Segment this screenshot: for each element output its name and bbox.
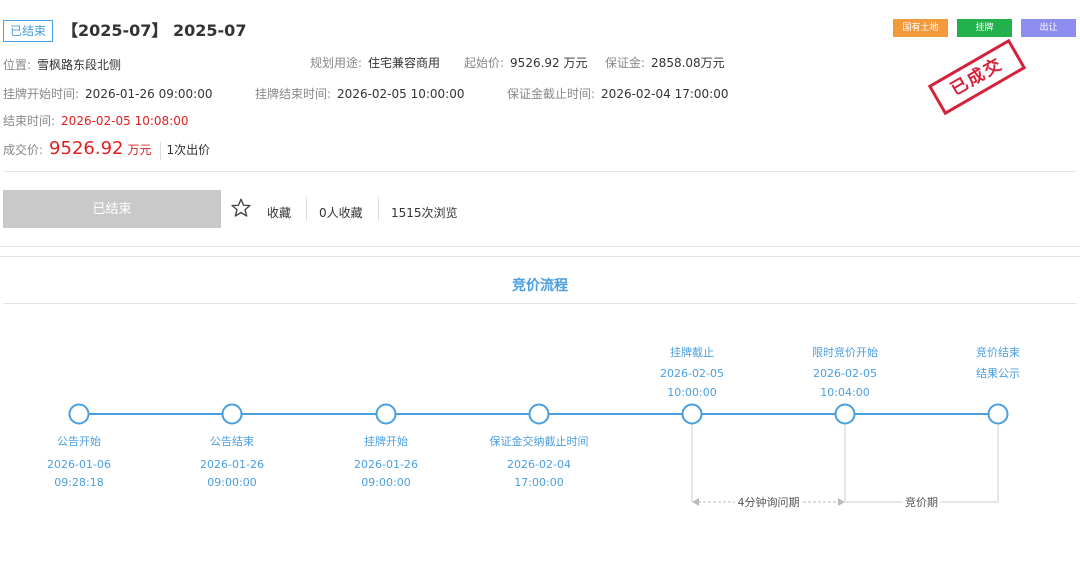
- star-icon[interactable]: [230, 197, 252, 219]
- favorite-link[interactable]: 收藏: [267, 204, 291, 221]
- view-count: 1515次浏览: [391, 206, 458, 220]
- divider: [0, 256, 1080, 257]
- deal-price-unit: 万元: [127, 143, 152, 157]
- arrow-right-icon: [838, 498, 845, 506]
- end-time-field: 结束时间: 2026-02-05 10:08:00: [3, 112, 189, 129]
- land-type-badge: 国有土地: [893, 19, 948, 37]
- deposit-field: 保证金: 2858.08万元: [605, 54, 725, 71]
- transfer-type-badge: 出让: [1021, 19, 1076, 37]
- step-label: 公告结束: [210, 435, 254, 448]
- deal-price-field: 成交价: 9526.92 万元 1次出价: [3, 138, 210, 160]
- step-time: 09:00:00: [207, 476, 256, 489]
- deposit-deadline-field: 保证金截止时间: 2026-02-04 17:00:00: [507, 85, 729, 102]
- timeline-node: [681, 403, 703, 425]
- deal-completed-stamp: 已成交: [927, 38, 1027, 116]
- bid-count: 1次出价: [166, 143, 211, 157]
- process-title: 竞价流程: [512, 278, 568, 294]
- step-label: 限时竞价开始: [812, 345, 878, 359]
- step-time: 09:28:18: [54, 476, 103, 489]
- step-label: 公告开始: [57, 434, 101, 448]
- step-label: 挂牌截止: [670, 345, 714, 359]
- listing-start-label: 挂牌开始时间:: [3, 87, 80, 101]
- location-value: 雪枫路东段北侧: [37, 58, 122, 72]
- deposit-deadline-value: 2026-02-04 17:00:00: [601, 87, 729, 101]
- listing-end-value: 2026-02-05 10:00:00: [337, 87, 465, 101]
- arrow-left-icon: [692, 498, 699, 506]
- timeline-node: [221, 403, 243, 425]
- start-price-value: 9526.92 万元: [510, 56, 588, 70]
- bidding-process-timeline: 公告开始 2026-01-06 09:28:18 公告结束 2026-01-26 09:0…: [47, 345, 1020, 512]
- step-label: 保证金交纳截止时间: [490, 434, 589, 448]
- timeline-node: [68, 403, 90, 425]
- location-field: 位置: 雪枫路东段北侧: [3, 56, 121, 73]
- timeline-node: [834, 403, 856, 425]
- step-time: 09:00:00: [361, 476, 410, 489]
- divider: [306, 197, 307, 221]
- inquiry-period-label: 4分钟询问期: [738, 495, 800, 509]
- listing-start-value: 2026-01-26 09:00:00: [85, 87, 213, 101]
- step-time: 10:04:00: [820, 386, 869, 399]
- step-label: 挂牌开始: [364, 434, 408, 448]
- step-date: 2026-02-05: [813, 367, 877, 380]
- location-label: 位置:: [3, 58, 32, 72]
- usage-value: 住宅兼容商用: [368, 56, 441, 70]
- listing-end-field: 挂牌结束时间: 2026-02-05 10:00:00: [255, 85, 465, 102]
- deal-price-label: 成交价:: [3, 143, 44, 157]
- timeline-node: [375, 403, 397, 425]
- lot-title: 【2025-07】 2025-07: [62, 21, 247, 40]
- step-date: 2026-01-06: [47, 458, 111, 471]
- step-time: 17:00:00: [514, 476, 563, 489]
- end-time-label: 结束时间:: [3, 114, 56, 128]
- divider: [159, 141, 161, 160]
- deal-price-value: 9526.92: [49, 138, 124, 159]
- divider: [378, 197, 379, 221]
- step-date: 结果公示: [976, 367, 1020, 380]
- step-date: 2026-02-05: [660, 367, 724, 380]
- deposit-value: 2858.08万元: [651, 56, 725, 70]
- deposit-label: 保证金:: [605, 56, 646, 70]
- usage-field: 规划用途: 住宅兼容商用: [310, 54, 440, 71]
- divider: [0, 246, 1080, 247]
- listing-start-field: 挂牌开始时间: 2026-01-26 09:00:00: [3, 85, 213, 102]
- listing-end-label: 挂牌结束时间:: [255, 87, 332, 101]
- timeline-node: [528, 403, 550, 425]
- divider: [3, 171, 1077, 172]
- timeline-node: [987, 403, 1009, 425]
- bidding-period-label: 竞价期: [905, 495, 938, 509]
- deposit-deadline-label: 保证金截止时间:: [507, 87, 596, 101]
- step-label: 竞价结束: [976, 345, 1020, 359]
- step-date: 2026-01-26: [200, 458, 264, 471]
- status-tag: 已结束: [3, 20, 54, 42]
- end-time-value: 2026-02-05 10:08:00: [61, 114, 189, 128]
- step-time: 10:00:00: [667, 386, 716, 399]
- start-price-field: 起始价: 9526.92 万元: [464, 54, 588, 71]
- divider: [3, 303, 1077, 304]
- start-price-label: 起始价:: [464, 56, 505, 70]
- step-date: 2026-01-26: [354, 458, 418, 471]
- ended-button[interactable]: 已结束: [3, 190, 221, 228]
- usage-label: 规划用途:: [310, 56, 363, 70]
- step-date: 2026-02-04: [507, 458, 571, 471]
- favorite-count: 0人收藏: [319, 206, 363, 220]
- listing-type-badge: 挂牌: [957, 19, 1012, 37]
